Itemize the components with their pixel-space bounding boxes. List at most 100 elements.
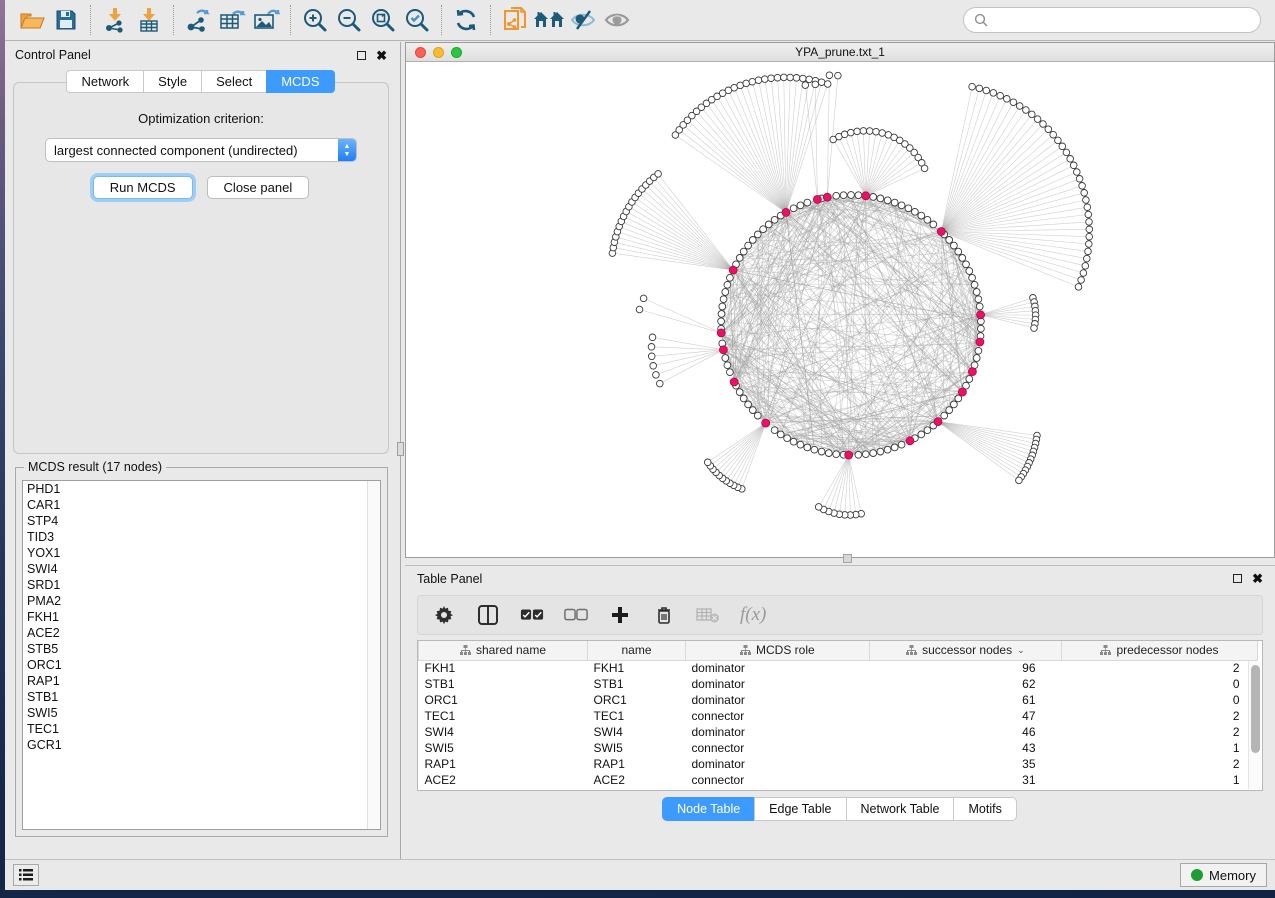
mcds-result-item[interactable]: PHD1 xyxy=(23,481,380,497)
mcds-result-item[interactable]: ACE2 xyxy=(23,625,380,641)
tab-network[interactable]: Network xyxy=(66,70,144,93)
vertical-splitter[interactable] xyxy=(397,42,405,859)
mcds-result-item[interactable]: SWI4 xyxy=(23,561,380,577)
import-table-button[interactable] xyxy=(132,4,166,36)
splitter-grip[interactable] xyxy=(397,442,404,456)
table-row[interactable]: SWI5SWI5connector431 xyxy=(419,740,1258,756)
table-row[interactable]: SWI4SWI4dominator462 xyxy=(419,724,1258,740)
table-scrollbar[interactable] xyxy=(1248,661,1261,789)
table-row[interactable]: YOX1YOX1connector291 xyxy=(419,788,1258,791)
mcds-result-title: MCDS result (17 nodes) xyxy=(24,460,166,474)
mcds-list-scrollbar[interactable] xyxy=(367,481,380,829)
column-header[interactable]: predecessor nodes xyxy=(1062,641,1258,660)
column-header[interactable]: name xyxy=(588,641,686,660)
table-row[interactable]: RAP1RAP1dominator352 xyxy=(419,756,1258,772)
show-all-button[interactable] xyxy=(600,4,634,36)
tab-edge-table[interactable]: Edge Table xyxy=(754,797,846,821)
mcds-result-items: PHD1CAR1STP4TID3YOX1SWI4SRD1PMA2FKH1ACE2… xyxy=(23,481,380,753)
export-table-button[interactable] xyxy=(215,4,249,36)
network-titlebar[interactable]: YPA_prune.txt_1 xyxy=(406,43,1274,62)
refresh-button[interactable] xyxy=(449,4,483,36)
table-row[interactable]: FKH1FKH1dominator962 xyxy=(419,660,1258,676)
control-panel-title: Control Panel xyxy=(15,48,91,62)
export-network-button[interactable] xyxy=(181,4,215,36)
export-network-icon xyxy=(185,7,211,33)
search-input[interactable] xyxy=(994,13,1250,27)
refresh-icon xyxy=(453,7,479,33)
column-header[interactable]: successor nodes⌄ xyxy=(869,641,1061,660)
delete-table-icon xyxy=(696,603,720,627)
mcds-result-item[interactable]: YOX1 xyxy=(23,545,380,561)
toolbar-separator xyxy=(290,5,291,35)
tab-network-table[interactable]: Network Table xyxy=(846,797,955,821)
mcds-tab-content: Optimization criterion: largest connecte… xyxy=(13,82,389,454)
show-columns-icon[interactable] xyxy=(476,603,500,627)
node-table[interactable]: shared namenameMCDS rolesuccessor nodes⌄… xyxy=(417,640,1263,791)
zoom-fit-button[interactable] xyxy=(366,4,400,36)
zoom-in-button[interactable] xyxy=(298,4,332,36)
hide-selected-button[interactable] xyxy=(566,4,600,36)
mcds-result-item[interactable]: GCR1 xyxy=(23,737,380,753)
horizontal-splitter-grip[interactable] xyxy=(843,554,852,563)
first-neighbors-button[interactable] xyxy=(532,4,566,36)
toolbar-separator xyxy=(173,5,174,35)
import-network-button[interactable] xyxy=(98,4,132,36)
select-all-icon[interactable] xyxy=(520,603,544,627)
zoom-out-button[interactable] xyxy=(332,4,366,36)
table-row[interactable]: STB1STB1dominator620 xyxy=(419,676,1258,692)
clone-network-button[interactable] xyxy=(498,4,532,36)
shared-column-icon xyxy=(1100,645,1111,656)
table-row[interactable]: ACE2ACE2connector311 xyxy=(419,772,1258,788)
table-row[interactable]: TEC1TEC1connector472 xyxy=(419,708,1258,724)
mcds-result-list[interactable]: PHD1CAR1STP4TID3YOX1SWI4SRD1PMA2FKH1ACE2… xyxy=(22,480,381,830)
table-body: FKH1FKH1dominator962STB1STB1dominator620… xyxy=(419,660,1258,791)
mcds-result-item[interactable]: STB5 xyxy=(23,641,380,657)
houses-icon xyxy=(533,9,565,31)
mcds-result-item[interactable]: CAR1 xyxy=(23,497,380,513)
mcds-result-item[interactable]: STP4 xyxy=(23,513,380,529)
close-panel-icon[interactable]: ✖ xyxy=(376,51,387,60)
task-list-icon xyxy=(18,868,34,882)
function-builder-icon: f(x) xyxy=(740,604,766,626)
tab-style[interactable]: Style xyxy=(143,70,202,93)
task-history-button[interactable] xyxy=(13,864,39,886)
mcds-result-item[interactable]: SRD1 xyxy=(23,577,380,593)
close-panel-button[interactable]: Close panel xyxy=(207,176,310,199)
table-tabs: Node Table Edge Table Network Table Moti… xyxy=(405,797,1275,821)
export-image-icon xyxy=(252,7,280,33)
table-scrollbar-thumb[interactable] xyxy=(1251,665,1260,753)
delete-column-icon[interactable] xyxy=(652,603,676,627)
mcds-result-item[interactable]: FKH1 xyxy=(23,609,380,625)
mcds-result-item[interactable]: SWI5 xyxy=(23,705,380,721)
add-column-icon[interactable] xyxy=(608,603,632,627)
mcds-result-item[interactable]: TEC1 xyxy=(23,721,380,737)
mcds-result-item[interactable]: TID3 xyxy=(23,529,380,545)
deselect-all-icon[interactable] xyxy=(564,603,588,627)
search-box[interactable] xyxy=(963,7,1261,33)
mcds-result-item[interactable]: ORC1 xyxy=(23,657,380,673)
float-table-panel-icon[interactable] xyxy=(1233,574,1242,583)
tab-select[interactable]: Select xyxy=(201,70,267,93)
tab-motifs[interactable]: Motifs xyxy=(953,797,1016,821)
network-canvas[interactable] xyxy=(406,62,1274,557)
memory-button[interactable]: Memory xyxy=(1180,863,1267,887)
gear-icon[interactable] xyxy=(432,603,456,627)
mcds-result-item[interactable]: RAP1 xyxy=(23,673,380,689)
optimization-criterion-select[interactable]: largest connected component (undirected)… xyxy=(45,138,357,162)
mcds-result-fieldset: MCDS result (17 nodes) PHD1CAR1STP4TID3Y… xyxy=(15,467,388,837)
mcds-result-item[interactable]: PMA2 xyxy=(23,593,380,609)
tab-node-table[interactable]: Node Table xyxy=(662,797,755,821)
close-table-panel-icon[interactable]: ✖ xyxy=(1252,574,1263,583)
float-panel-icon[interactable] xyxy=(357,51,366,60)
column-header[interactable]: MCDS role xyxy=(686,641,870,660)
run-mcds-button[interactable]: Run MCDS xyxy=(93,176,193,199)
table-row[interactable]: ORC1ORC1dominator610 xyxy=(419,692,1258,708)
save-session-button[interactable] xyxy=(49,4,83,36)
select-stepper-icon: ▲▼ xyxy=(338,139,356,161)
open-file-button[interactable] xyxy=(15,4,49,36)
export-image-button[interactable] xyxy=(249,4,283,36)
mcds-result-item[interactable]: STB1 xyxy=(23,689,380,705)
tab-mcds[interactable]: MCDS xyxy=(266,70,334,93)
column-header[interactable]: shared name xyxy=(419,641,588,660)
zoom-selected-button[interactable] xyxy=(400,4,434,36)
